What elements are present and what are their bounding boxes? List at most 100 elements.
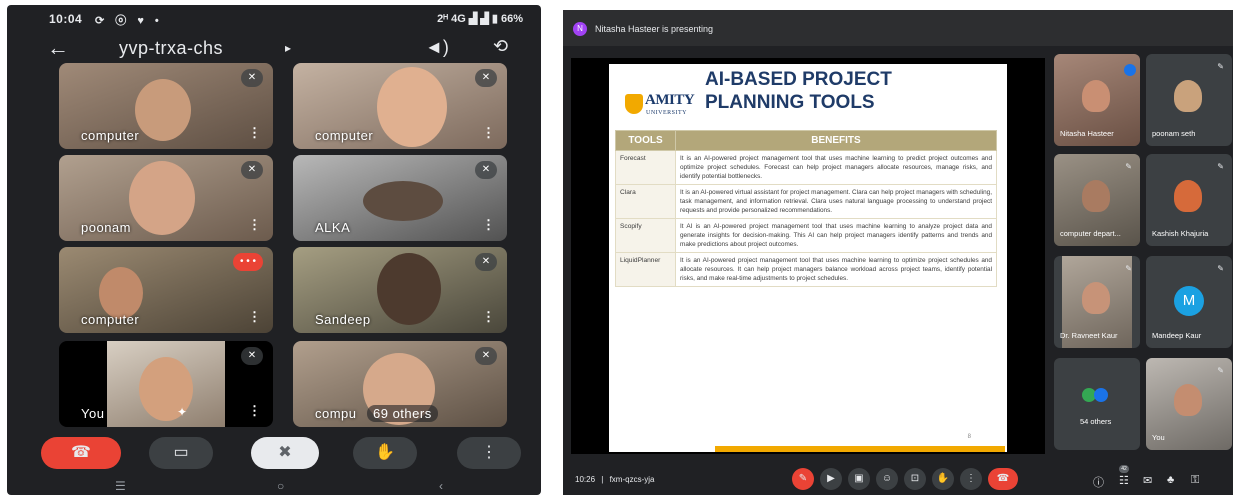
participant-tile[interactable]: ✕ Sandeep ⋮ bbox=[293, 247, 507, 333]
participant-name: computer bbox=[81, 128, 140, 143]
mic-toggle-button[interactable]: ✖ bbox=[251, 437, 319, 469]
host-controls-icon[interactable]: ⚿ bbox=[1191, 474, 1199, 487]
table-row: Forecast It is an AI-powered project man… bbox=[615, 150, 997, 185]
camera-toggle-button[interactable]: ▭ bbox=[149, 437, 213, 469]
participant-tile[interactable]: ✕ computer ⋮ bbox=[59, 63, 273, 149]
participant-tile[interactable]: ✕ computer ⋮ bbox=[293, 63, 507, 149]
mic-off-icon: • • • bbox=[233, 253, 263, 271]
mic-off-icon: ✕ bbox=[241, 161, 263, 179]
logo-subtext: UNIVERSITY bbox=[646, 110, 687, 116]
mic-off-icon: ✕ bbox=[475, 161, 497, 179]
nav-back-icon[interactable]: ‹ bbox=[439, 479, 443, 493]
participant-name: Nitasha Hasteer bbox=[1060, 129, 1114, 138]
mic-off-icon: ✎ bbox=[1217, 264, 1224, 273]
participant-video bbox=[1082, 180, 1110, 212]
chevron-right-icon[interactable]: ▸ bbox=[285, 41, 291, 55]
university-logo: AMITY UNIVERSITY bbox=[625, 90, 695, 124]
more-options-icon[interactable]: ⋮ bbox=[248, 403, 261, 419]
participant-tile[interactable]: ✕ compu 69 others bbox=[293, 341, 507, 427]
participant-video bbox=[129, 161, 195, 235]
tool-benefit: It is an AI-powered virtual assistant fo… bbox=[675, 184, 997, 219]
slide-accent-bar bbox=[715, 446, 1005, 452]
table-header-row: TOOLS BENEFITS bbox=[615, 130, 997, 151]
others-count: 54 others bbox=[1080, 417, 1112, 426]
participant-tile[interactable]: ✎ poonam seth bbox=[1146, 54, 1232, 146]
participant-video bbox=[1082, 282, 1110, 314]
phone-meet-app: 10:04 ⟳ ⓞ ♥ • 2ᴴ 4G ▟ ▟ ▮ 66% ← yvp-trxa… bbox=[7, 5, 541, 495]
presenting-text: Nitasha Hasteer is presenting bbox=[595, 24, 714, 34]
activities-icon[interactable]: ♣ bbox=[1167, 474, 1174, 486]
mic-toggle-button[interactable]: ✎ bbox=[792, 468, 814, 490]
meeting-code: fxm-qzcs-yja bbox=[609, 475, 655, 484]
emoji-button[interactable]: ☺ bbox=[876, 468, 898, 490]
meeting-bottom-bar: 10:26 | fxm-qzcs-yja ✎ ▶ ▣ ☺ ⊡ ✋ ⋮ ☎ ⓘ 4… bbox=[563, 462, 1233, 495]
participant-tile[interactable]: M ✎ Mandeep Kaur bbox=[1146, 256, 1232, 348]
participant-video bbox=[1082, 80, 1110, 112]
screen-share-area: AMITY UNIVERSITY AI-BASED PROJECT PLANNI… bbox=[571, 58, 1045, 454]
tool-name: Forecast bbox=[615, 150, 676, 185]
participant-name: computer bbox=[315, 128, 374, 143]
avatar-icon bbox=[1094, 388, 1108, 402]
table-row: Clara It is an AI-powered virtual assist… bbox=[615, 184, 997, 219]
chat-icon[interactable]: ✉ bbox=[1143, 474, 1152, 487]
more-options-button[interactable]: ⋮ bbox=[457, 437, 521, 469]
meeting-separator: | bbox=[601, 475, 604, 484]
shield-icon bbox=[625, 94, 643, 114]
home-icon[interactable]: ○ bbox=[277, 479, 284, 493]
more-options-icon[interactable]: ⋮ bbox=[482, 309, 495, 325]
present-button[interactable]: ⊡ bbox=[904, 468, 926, 490]
mic-off-icon: ✕ bbox=[241, 347, 263, 365]
call-controls: ☎ ▭ ✖ ✋ ⋮ bbox=[7, 437, 541, 473]
people-icon[interactable]: ☷ bbox=[1119, 474, 1129, 487]
captions-button[interactable]: ▣ bbox=[848, 468, 870, 490]
participant-initial-avatar: M bbox=[1174, 286, 1204, 316]
recent-apps-icon[interactable]: ☰ bbox=[115, 479, 126, 493]
more-options-button[interactable]: ⋮ bbox=[960, 468, 982, 490]
participant-name: poonam bbox=[81, 220, 131, 235]
participant-tile[interactable]: ✕ poonam ⋮ bbox=[59, 155, 273, 241]
column-header-tools: TOOLS bbox=[615, 130, 676, 151]
status-network-battery: 2ᴴ 4G ▟ ▟ ▮ 66% bbox=[437, 13, 523, 25]
more-options-icon[interactable]: ⋮ bbox=[248, 217, 261, 233]
participant-tile[interactable]: ✕ ALKA ⋮ bbox=[293, 155, 507, 241]
raise-hand-button[interactable]: ✋ bbox=[353, 437, 417, 469]
participant-count-badge: 42 bbox=[1119, 465, 1129, 473]
participant-tile[interactable]: ✎ Dr. Ravneet Kaur bbox=[1054, 256, 1140, 348]
participant-tile[interactable]: ✎ Kashish Khajuria bbox=[1146, 154, 1232, 246]
participant-name: computer bbox=[81, 312, 140, 327]
more-options-icon[interactable]: ⋮ bbox=[482, 125, 495, 141]
participant-name: compu bbox=[315, 406, 357, 421]
participant-name: You bbox=[81, 406, 105, 421]
meeting-code[interactable]: yvp-trxa-chs bbox=[119, 38, 223, 59]
camera-toggle-button[interactable]: ▶ bbox=[820, 468, 842, 490]
info-icon[interactable]: ⓘ bbox=[1093, 474, 1104, 490]
more-options-icon[interactable]: ⋮ bbox=[482, 217, 495, 233]
end-call-button[interactable]: ☎ bbox=[988, 468, 1018, 490]
others-count[interactable]: 69 others bbox=[367, 405, 438, 422]
camera-switch-icon[interactable]: ⟲ bbox=[493, 36, 508, 57]
slide-table: TOOLS BENEFITS Forecast It is an AI-powe… bbox=[615, 130, 997, 287]
participant-tile[interactable]: Nitasha Hasteer bbox=[1054, 54, 1140, 146]
effects-icon[interactable]: ✦ bbox=[177, 405, 187, 419]
raise-hand-button[interactable]: ✋ bbox=[932, 468, 954, 490]
desktop-meet-app: N Nitasha Hasteer is presenting AMITY UN… bbox=[563, 10, 1233, 495]
presenter-avatar: N bbox=[573, 22, 587, 36]
participant-tile[interactable]: • • • computer ⋮ bbox=[59, 247, 273, 333]
more-options-icon[interactable]: ⋮ bbox=[248, 309, 261, 325]
column-header-benefits: BENEFITS bbox=[675, 130, 997, 151]
more-options-icon[interactable]: ⋮ bbox=[248, 125, 261, 141]
participant-avatar bbox=[1174, 80, 1202, 112]
participant-name: You bbox=[1152, 433, 1165, 442]
tool-benefit: It AI is an AI-powered project managemen… bbox=[675, 218, 997, 253]
speaker-icon[interactable]: ◄) bbox=[425, 37, 449, 58]
others-tile[interactable]: 54 others bbox=[1054, 358, 1140, 450]
self-view-tile[interactable]: ✎ You bbox=[1146, 358, 1232, 450]
mic-off-icon: ✕ bbox=[475, 253, 497, 271]
phone-status-bar: 10:04 ⟳ ⓞ ♥ • 2ᴴ 4G ▟ ▟ ▮ 66% bbox=[7, 5, 541, 31]
self-view-tile[interactable]: ✕ You ✦ ⋮ bbox=[59, 341, 273, 427]
participant-name: Kashish Khajuria bbox=[1152, 229, 1209, 238]
back-arrow-icon[interactable]: ← bbox=[47, 35, 69, 61]
end-call-button[interactable]: ☎ bbox=[41, 437, 121, 469]
participant-tile[interactable]: ✎ computer depart... bbox=[1054, 154, 1140, 246]
mic-off-icon: ✎ bbox=[1217, 162, 1224, 171]
